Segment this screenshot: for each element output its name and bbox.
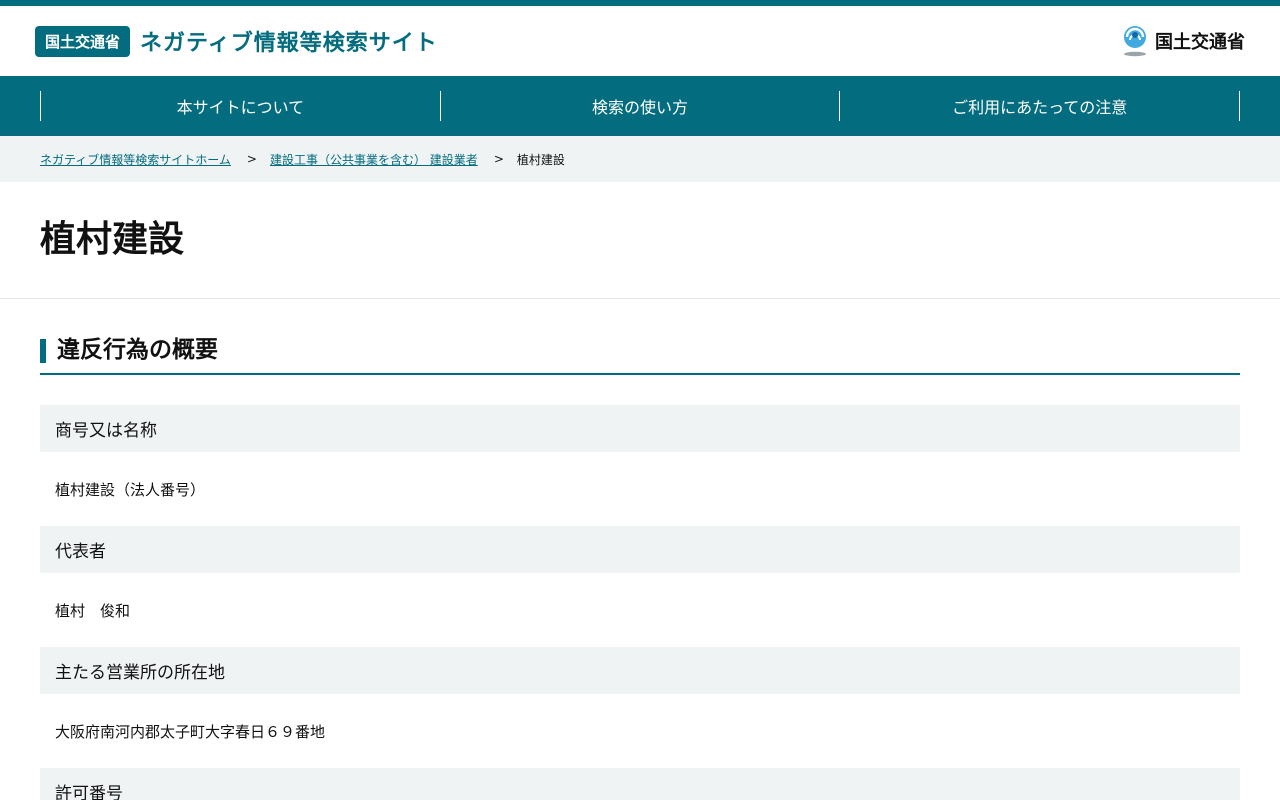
page-title: 植村建設 [40,219,185,260]
field-value-representative: 植村 俊和 [55,601,131,620]
breadcrumb-current: 植村建設 [516,152,565,167]
section-heading-text: 違反行為の概要 [57,337,218,363]
site-brand[interactable]: 国土交通省 ネガティブ情報等検索サイト [35,25,438,57]
site-title[interactable]: ネガティブ情報等検索サイト [140,25,438,57]
field-label-representative: 代表者 [40,526,1240,573]
section-heading: 違反行為の概要 [40,337,1240,375]
ministry-logo-link[interactable]: 国土交通省 [1121,25,1245,57]
global-nav: 本サイトについて 検索の使い方 ご利用にあたっての注意 [0,76,1280,136]
breadcrumb-category-link[interactable]: 建設工事（公共事業を含む） 建設業者 [270,151,478,168]
nav-how-to-search[interactable]: 検索の使い方 [439,91,840,121]
violation-summary-section: 違反行為の概要 商号又は名称 植村建設（法人番号） 代表者 植村 俊和 主たる営… [0,337,1280,800]
ministry-badge: 国土交通省 [35,25,131,57]
breadcrumb-separator: > [493,152,504,166]
ministry-name: 国土交通省 [1155,32,1245,53]
breadcrumb-separator: > [246,152,257,166]
field-label-license-number: 許可番号 [40,768,1240,800]
site-header: 国土交通省 ネガティブ情報等検索サイト 国土交通省 [0,6,1280,76]
heading-accent-bar [40,339,46,363]
nav-notes[interactable]: ご利用にあたっての注意 [839,91,1241,121]
detail-fields: 商号又は名称 植村建設（法人番号） 代表者 植村 俊和 主たる営業所の所在地 大… [40,405,1240,800]
page-title-area: 植村建設 [0,182,1280,299]
breadcrumb: ネガティブ情報等検索サイトホーム > 建設工事（公共事業を含む） 建設業者 > … [0,136,1280,182]
breadcrumb-home-link[interactable]: ネガティブ情報等検索サイトホーム [40,151,231,168]
field-value-office-address: 大阪府南河内郡太子町大字春日６９番地 [55,722,326,741]
field-label-company-name: 商号又は名称 [40,405,1240,452]
mlit-logo-icon [1124,26,1146,57]
field-value-company-name: 植村建設（法人番号） [55,480,206,499]
nav-about[interactable]: 本サイトについて [40,91,440,121]
field-label-office-address: 主たる営業所の所在地 [40,647,1240,694]
